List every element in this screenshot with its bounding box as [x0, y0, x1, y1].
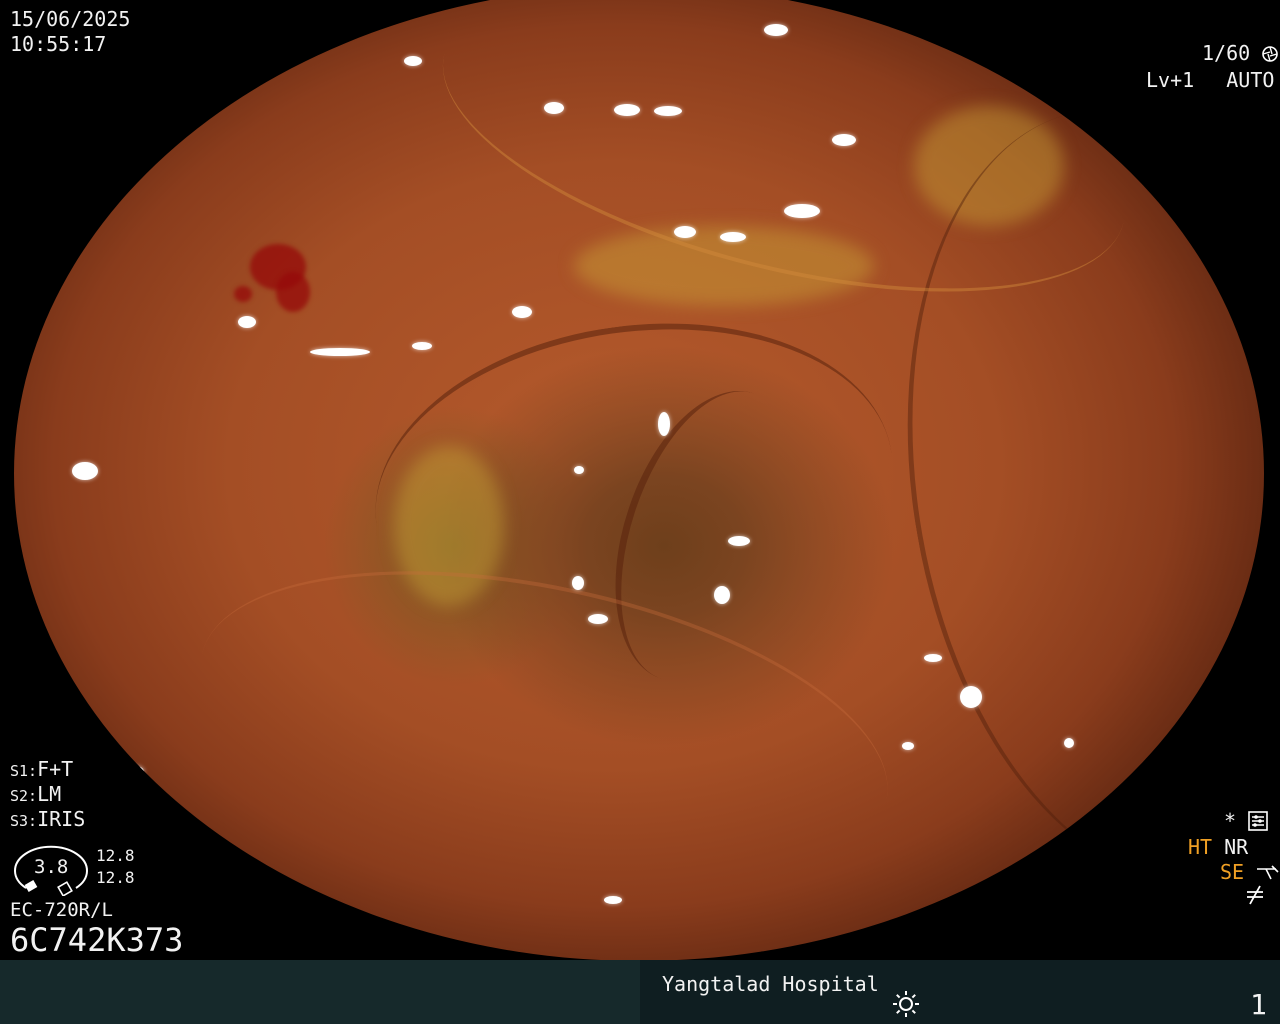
- shutter-label: 1/60: [1202, 41, 1251, 65]
- settings-indicator: *: [1224, 809, 1268, 833]
- mode-label: AUTO: [1226, 68, 1275, 92]
- ratio-top: 12.8: [96, 846, 135, 865]
- footer-bar: [0, 960, 1280, 1024]
- time-label: 10:55:17: [10, 32, 107, 56]
- hospital-name: Yangtalad Hospital: [662, 972, 879, 996]
- settings-icon: [1248, 811, 1268, 831]
- endoscopic-image: [14, 0, 1264, 961]
- switch-s3: S3:IRIS: [10, 807, 85, 833]
- image-flags: HT NR: [1188, 835, 1248, 859]
- switch-s1: S1:F+T: [10, 757, 73, 783]
- nr-flag: NR: [1224, 835, 1249, 859]
- switch-s1-value: F+T: [37, 757, 74, 781]
- switch-s2: S2:LM: [10, 782, 61, 808]
- ratio-bottom: 12.8: [96, 868, 135, 887]
- structure-enhance: SE: [1220, 860, 1280, 884]
- se-flag: SE: [1220, 860, 1245, 884]
- brightness-icon: [893, 991, 919, 1017]
- switch-s3-key: S3:: [10, 812, 38, 830]
- scope-serial: 6C742K373: [10, 921, 184, 959]
- switch-s2-value: LM: [37, 782, 62, 806]
- page-number: 1: [1250, 988, 1267, 1021]
- iris-value: 3.8: [34, 856, 69, 878]
- shutter-speed: 1/60: [1202, 41, 1279, 65]
- flash-off-icon: [1247, 885, 1263, 905]
- switch-s1-key: S1:: [10, 762, 38, 780]
- shutter-icon: [1262, 46, 1279, 62]
- exposure-mode: Lv+1 AUTO: [1146, 68, 1280, 92]
- ht-flag: HT: [1188, 835, 1213, 859]
- footer-left-panel: [0, 960, 640, 1024]
- switch-s3-value: IRIS: [37, 807, 86, 831]
- level-label: Lv+1: [1146, 68, 1195, 92]
- date-label: 15/06/2025: [10, 7, 131, 31]
- star-flag: *: [1224, 809, 1237, 833]
- enhance-icon: [1257, 865, 1279, 880]
- scope-model: EC-720R/L: [10, 899, 113, 921]
- switch-s2-key: S2:: [10, 787, 38, 805]
